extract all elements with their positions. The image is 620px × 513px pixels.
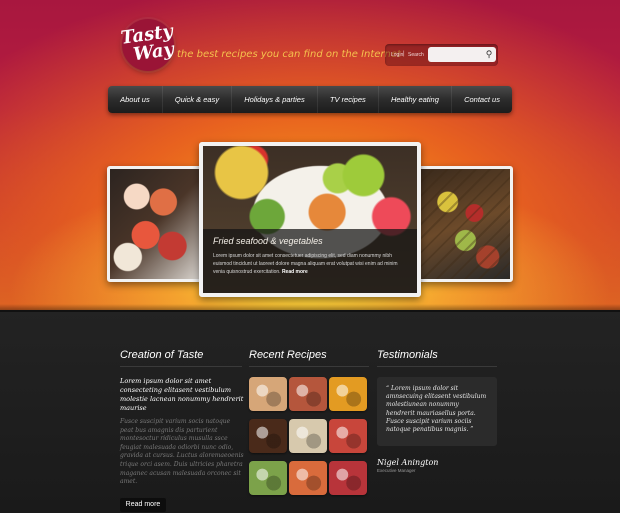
creation-lead: Lorem ipsum dolor sit amet consecteting … (120, 377, 244, 412)
slider-image-kebabs[interactable] (418, 166, 513, 282)
nav-item-quick[interactable]: Quick & easy (163, 86, 233, 113)
search-icon[interactable]: ⚲ (484, 49, 494, 59)
caption-text: Lorem ipsum dolor sit amet consectetuer … (213, 252, 407, 276)
soup-thumb[interactable] (329, 377, 367, 411)
main-nav: About us Quick & easy Holidays & parties… (108, 86, 512, 113)
sushi-thumb[interactable] (289, 419, 327, 453)
logo-text[interactable]: Tasty Way (119, 21, 180, 66)
login-link[interactable]: Login (391, 52, 403, 58)
recent-divider (249, 366, 369, 367)
link-separator: | (403, 51, 405, 57)
veg-thumb[interactable] (249, 461, 287, 495)
nav-item-tv[interactable]: TV recipes (318, 86, 379, 113)
search-link[interactable]: Search (408, 52, 424, 58)
seafood-thumb[interactable] (289, 377, 327, 411)
testimonial-author: Nigel Anington (377, 458, 439, 467)
caption-title: Fried seafood & vegetables (213, 236, 323, 246)
recent-recipes-title: Recent Recipes (249, 349, 327, 361)
testimonials-divider (377, 366, 497, 367)
dessert-thumb[interactable] (249, 377, 287, 411)
slider-image-main[interactable]: Fried seafood & vegetables Lorem ipsum d… (199, 142, 421, 297)
creation-body: Fusce suscipit varium socis natoque peat… (120, 418, 244, 486)
creation-divider (120, 366, 242, 367)
testimonials-title: Testimonials (377, 349, 438, 361)
meat-thumb[interactable] (329, 461, 367, 495)
creation-title: Creation of Taste (120, 349, 204, 361)
slider-image-sushi[interactable] (107, 166, 202, 282)
nav-item-holidays[interactable]: Holidays & parties (232, 86, 318, 113)
nav-item-contact[interactable]: Contact us (452, 86, 512, 113)
read-more-button[interactable]: Read more (120, 498, 166, 512)
salad-thumb[interactable] (329, 419, 367, 453)
nav-item-about[interactable]: About us (108, 86, 163, 113)
testimonial-quote: “ Lorem ipsum dolor sit amnsecuing elita… (377, 377, 497, 446)
nav-item-healthy[interactable]: Healthy eating (379, 86, 452, 113)
testimonial-role: Executive Manager (377, 468, 416, 473)
slider-caption: Fried seafood & vegetables Lorem ipsum d… (203, 229, 417, 293)
shrimp-thumb[interactable] (289, 461, 327, 495)
grill-thumb[interactable] (249, 419, 287, 453)
tagline: the best recipes you can find on the Int… (177, 49, 401, 60)
caption-read-more-link[interactable]: Read more (282, 269, 308, 275)
